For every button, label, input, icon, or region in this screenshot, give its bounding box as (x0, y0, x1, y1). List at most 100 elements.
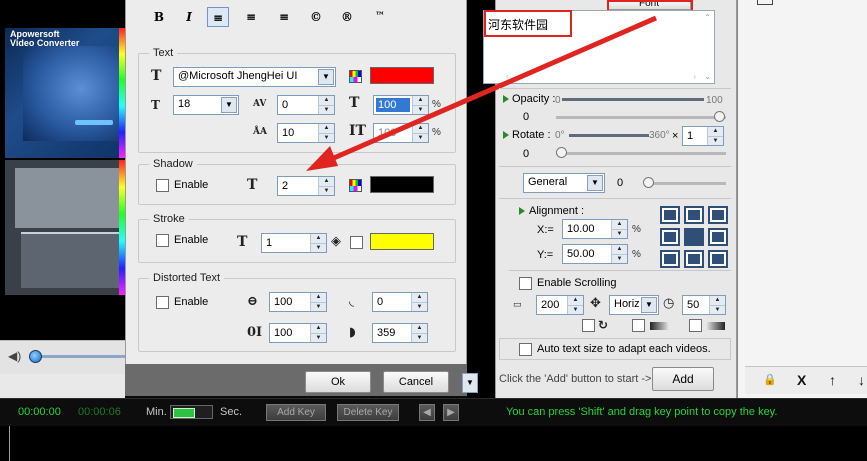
fade-in-checkbox[interactable] (632, 319, 645, 332)
align-middle-left[interactable] (660, 228, 680, 246)
expand-arrow-icon[interactable] (519, 207, 525, 215)
scroll-up-icon[interactable]: ⌃ (704, 13, 711, 22)
scroll-direction-select[interactable]: Horiz ▼ (609, 295, 659, 315)
rotate-slider-knob[interactable] (556, 147, 567, 158)
rotate-slider-track[interactable] (556, 152, 726, 155)
alignment-grid[interactable] (660, 206, 728, 268)
volume-icon[interactable]: ◀) (8, 349, 24, 363)
align-top-left[interactable] (660, 206, 680, 224)
align-right-button[interactable]: ≡ (273, 7, 295, 27)
chevron-down-icon: ▼ (641, 297, 657, 313)
align-bottom-right[interactable] (708, 250, 728, 268)
cancel-button[interactable]: Cancel (383, 371, 449, 393)
chevron-down-icon: ▼ (587, 175, 603, 191)
opacity-slider-track[interactable] (556, 116, 726, 119)
chevron-down-icon: ▼ (221, 97, 237, 113)
expand-arrow-icon[interactable] (503, 131, 509, 139)
text-group-title: Text (149, 46, 178, 60)
loop-icon: ↻ (598, 318, 609, 332)
paint-bucket-icon[interactable]: ◈ (331, 234, 341, 250)
seek-track[interactable] (36, 355, 125, 358)
lock-icon[interactable]: 🔒 (763, 372, 777, 388)
add-button[interactable]: Add (652, 367, 714, 391)
zoom-slider[interactable] (170, 405, 213, 419)
timebar-hint: You can press 'Shift' and drag key point… (506, 406, 778, 418)
distort-width-spinner[interactable]: 100 ▲ ▼ (269, 292, 327, 312)
preview-thumb (21, 232, 125, 288)
preview-frame-bottom (5, 160, 125, 295)
auto-size-checkbox[interactable] (519, 343, 532, 356)
delete-icon[interactable]: X (797, 372, 806, 388)
distort-angle2-spinner[interactable]: 359 ▲ ▼ (372, 323, 428, 343)
color-palette-icon[interactable] (349, 179, 362, 192)
ok-button[interactable]: Ok (305, 371, 371, 393)
shadow-distance-spinner[interactable]: 2 ▲ ▼ (277, 176, 335, 196)
distort-height-icon: 0I (247, 325, 263, 340)
mode-slider-track[interactable] (648, 182, 726, 185)
move-down-icon[interactable]: ↓ (858, 372, 865, 388)
move-icon: ✥ (590, 296, 601, 311)
font-icon: T (151, 68, 162, 84)
enable-scrolling-checkbox[interactable] (519, 277, 532, 290)
delete-key-button[interactable]: Delete Key (337, 404, 399, 421)
watermark-list-panel (737, 0, 867, 398)
loop-checkbox[interactable] (582, 319, 595, 332)
fade-out-checkbox[interactable] (689, 319, 702, 332)
scroll-distance-spinner[interactable]: 200 ▲ ▼ (536, 295, 584, 315)
move-up-icon[interactable]: ↑ (829, 372, 836, 388)
stroke-color-checkbox[interactable] (350, 236, 363, 249)
distorted-enable-checkbox[interactable] (156, 296, 169, 309)
seek-knob[interactable] (29, 350, 42, 363)
mode-select[interactable]: General ▼ (523, 173, 605, 193)
next-key-icon[interactable]: ▶ (443, 404, 459, 421)
shadow-enable-checkbox[interactable] (156, 179, 169, 192)
current-time: 00:00:00 (18, 406, 61, 418)
opacity-slider-knob[interactable] (714, 111, 725, 122)
shadow-icon: T (247, 177, 258, 193)
preview-screen (23, 46, 119, 141)
total-time: 00:00:06 (78, 406, 121, 418)
list-icon (757, 0, 773, 5)
ruler-icon: ▭ (513, 300, 522, 310)
fade-out-icon (707, 322, 725, 330)
preview-progress-graphic (75, 120, 113, 125)
stroke-color-swatch[interactable] (370, 233, 434, 250)
x-position-spinner[interactable]: 10.00 ▲ ▼ (562, 219, 628, 239)
timeline-track[interactable] (0, 426, 867, 461)
align-left-button[interactable]: ≡ (207, 7, 229, 27)
font-size-select[interactable]: 18 ▼ (173, 95, 239, 115)
stroke-group: Stroke Enable T 1 ▲ ▼ ◈ (138, 212, 456, 263)
stroke-width-spinner[interactable]: 1 ▲ ▼ (261, 233, 327, 253)
scroll-right-icon[interactable]: › (693, 72, 696, 81)
y-position-spinner[interactable]: 50.00 ▲ ▼ (562, 244, 628, 264)
playhead-marker[interactable] (9, 426, 17, 461)
distort-angle1-spinner[interactable]: 0 ▲ ▼ (372, 292, 428, 312)
mode-slider-knob[interactable] (643, 177, 654, 188)
stroke-icon: T (237, 234, 248, 250)
distort-height-spinner[interactable]: 100 ▲ ▼ (269, 323, 327, 343)
bold-button[interactable]: B (148, 7, 170, 27)
align-bottom-center[interactable] (684, 250, 704, 268)
distorted-group: Distorted Text Enable ⊖ 100 ▲ ▼ ◟ 0 ▲ ▼ 0I… (138, 271, 456, 352)
stroke-enable-checkbox[interactable] (156, 234, 169, 247)
add-hint: Click the 'Add' button to start -> (499, 373, 652, 385)
align-top-center[interactable] (684, 206, 704, 224)
distort-angle2-icon: ◗ (349, 325, 356, 340)
distorted-group-title: Distorted Text (149, 271, 225, 285)
chevron-down-icon[interactable]: ▼ (462, 373, 478, 393)
font-size-icon: T (151, 98, 160, 112)
prev-key-icon[interactable]: ◀ (419, 404, 435, 421)
align-top-right[interactable] (708, 206, 728, 224)
distort-angle-icon: ◟ (349, 294, 355, 309)
scroll-speed-spinner[interactable]: 50 ▲ ▼ (682, 295, 726, 315)
align-bottom-left[interactable] (660, 250, 680, 268)
italic-button[interactable]: I (178, 7, 200, 27)
rotate-multiplier-spinner[interactable]: 1 ▲ ▼ (682, 126, 724, 146)
add-key-button[interactable]: Add Key (266, 404, 326, 421)
align-center-button[interactable]: ≡ (240, 7, 262, 27)
align-middle-center[interactable] (684, 228, 704, 246)
expand-arrow-icon[interactable] (503, 95, 509, 103)
shadow-group-title: Shadow (149, 157, 197, 171)
align-middle-right[interactable] (708, 228, 728, 246)
scroll-down-icon[interactable]: ⌄ (704, 72, 711, 81)
